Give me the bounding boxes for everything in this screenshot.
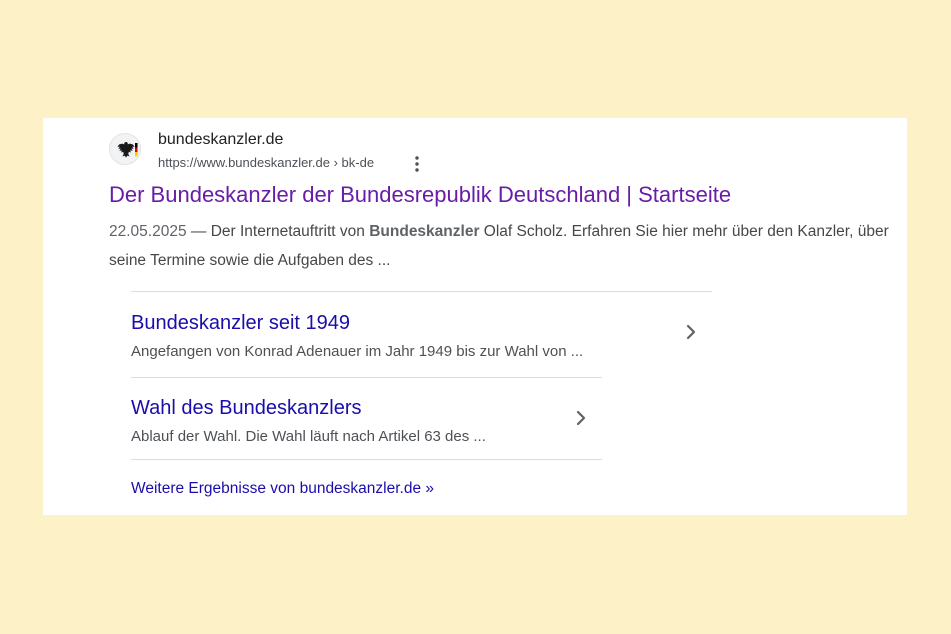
divider bbox=[131, 291, 712, 292]
result-snippet: 22.05.2025 — Der Internetauftritt von Bu… bbox=[109, 217, 889, 275]
divider bbox=[131, 459, 602, 460]
chevron-right-icon[interactable] bbox=[574, 409, 588, 427]
sitelink-wahl-des-bundeskanzlers[interactable]: Wahl des Bundeskanzlers Ablauf der Wahl.… bbox=[131, 397, 581, 449]
vertical-dots-icon[interactable] bbox=[407, 154, 427, 174]
german-eagle-icon[interactable] bbox=[109, 133, 141, 165]
snippet-text-prefix: — Der Internetauftritt von bbox=[186, 223, 370, 240]
snippet-date: 22.05.2025 bbox=[109, 223, 187, 240]
site-name[interactable]: bundeskanzler.de bbox=[158, 131, 283, 149]
sitelink-title[interactable]: Wahl des Bundeskanzlers bbox=[131, 397, 362, 420]
snippet-highlight: Bundeskanzler bbox=[369, 223, 480, 240]
divider bbox=[131, 377, 602, 378]
result-title-link[interactable]: Der Bundeskanzler der Bundesrepublik Deu… bbox=[109, 182, 731, 208]
sitelink-title[interactable]: Bundeskanzler seit 1949 bbox=[131, 312, 350, 335]
chevron-right-icon[interactable] bbox=[684, 323, 698, 341]
more-results-link[interactable]: Weitere Ergebnisse von bundeskanzler.de … bbox=[131, 480, 434, 498]
sitelink-description: Ablauf der Wahl. Die Wahl läuft nach Art… bbox=[131, 428, 486, 445]
site-url[interactable]: https://www.bundeskanzler.de › bk-de bbox=[158, 155, 374, 170]
sitelink-bundeskanzler-seit-1949[interactable]: Bundeskanzler seit 1949 Angefangen von K… bbox=[131, 312, 691, 364]
search-result-card: bundeskanzler.de https://www.bundeskanzl… bbox=[43, 118, 907, 515]
sitelink-description: Angefangen von Konrad Adenauer im Jahr 1… bbox=[131, 343, 584, 360]
